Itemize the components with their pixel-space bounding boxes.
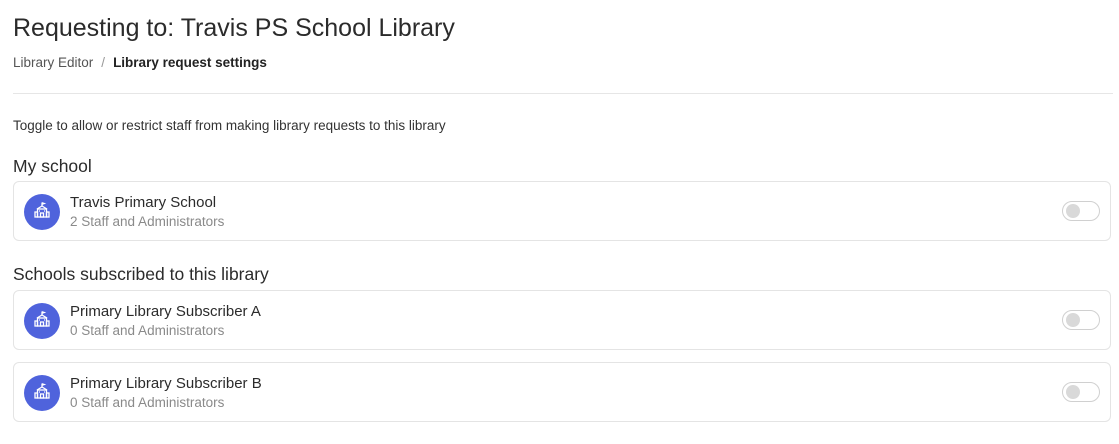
page-title: Requesting to: Travis PS School Library	[13, 14, 455, 42]
subscribed-schools-heading: Schools subscribed to this library	[13, 264, 269, 284]
school-avatar	[24, 375, 60, 411]
request-toggle-subscriber-a[interactable]	[1062, 310, 1100, 330]
school-staff-count: 0 Staff and Administrators	[70, 323, 225, 338]
breadcrumb-library-editor-link[interactable]: Library Editor	[13, 54, 93, 72]
library-request-settings-page: Requesting to: Travis PS School Library …	[0, 0, 1119, 444]
school-name: Primary Library Subscriber B	[70, 375, 262, 392]
request-toggle-travis-primary[interactable]	[1062, 201, 1100, 221]
school-card: Travis Primary School 2 Staff and Admini…	[13, 181, 1111, 241]
header-divider	[13, 93, 1113, 94]
school-avatar	[24, 194, 60, 230]
school-staff-count: 0 Staff and Administrators	[70, 395, 225, 410]
school-card: Primary Library Subscriber B 0 Staff and…	[13, 362, 1111, 422]
toggle-knob	[1066, 204, 1080, 218]
school-staff-count: 2 Staff and Administrators	[70, 214, 225, 229]
intro-text: Toggle to allow or restrict staff from m…	[13, 118, 446, 133]
school-icon	[33, 382, 51, 405]
school-card: Primary Library Subscriber A 0 Staff and…	[13, 290, 1111, 350]
request-toggle-subscriber-b[interactable]	[1062, 382, 1100, 402]
school-icon	[33, 201, 51, 224]
breadcrumb-current: Library request settings	[113, 55, 267, 70]
school-name: Travis Primary School	[70, 194, 217, 211]
school-icon	[33, 310, 51, 333]
school-avatar	[24, 303, 60, 339]
school-name: Primary Library Subscriber A	[70, 303, 261, 320]
toggle-knob	[1066, 313, 1080, 327]
my-school-heading: My school	[13, 156, 92, 176]
breadcrumb-separator: /	[101, 55, 106, 70]
breadcrumb: Library Editor / Library request setting…	[13, 54, 267, 72]
toggle-knob	[1066, 385, 1080, 399]
